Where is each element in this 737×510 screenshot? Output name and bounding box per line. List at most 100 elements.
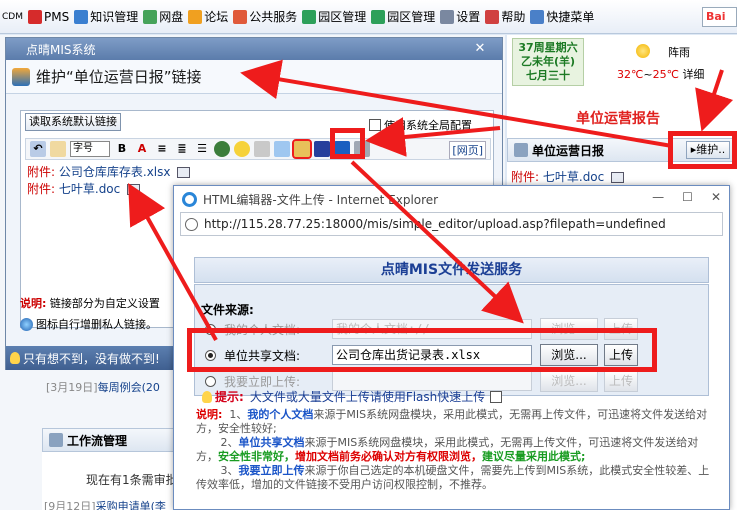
menu-item-label: 快捷菜单 (546, 10, 595, 24)
calendar-lunar-day: 七月三十 (526, 69, 570, 82)
close-icon[interactable]: ✕ (466, 41, 494, 57)
shortcut-menu-icon (530, 9, 545, 24)
netdisk-icon (143, 9, 158, 24)
highlight-upload-tool (330, 128, 365, 159)
forum-icon (188, 9, 203, 24)
temperature: 32℃~25℃ 详细 (617, 68, 705, 81)
menu-item-label: 网盘 (159, 10, 184, 24)
menu-item-label: CDM (2, 11, 23, 22)
menu-item-label: 园区管理 (387, 10, 436, 24)
menu-item[interactable]: 论坛 (188, 8, 228, 25)
minimize-icon[interactable]: — (652, 190, 664, 204)
unordered-list-icon[interactable]: ☰ (194, 141, 210, 157)
top-menu-bar: CDM PMS 知识管理 网盘 论坛 公共服务 园区管理 园区管理 设置 帮助 快捷菜单 (0, 0, 737, 34)
address-text: http://115.28.77.25:18000/mis/simple_edi… (204, 217, 666, 231)
temp-low: 25℃ (652, 68, 679, 81)
book-icon (611, 172, 625, 183)
menu-item[interactable]: 园区管理 (302, 8, 366, 25)
menu-item[interactable]: 设置 (440, 8, 480, 25)
park-manage-icon-2 (371, 9, 386, 24)
menu-item-label: 公共服务 (249, 10, 298, 24)
help-icon (485, 9, 500, 24)
menu-item[interactable]: 快捷菜单 (530, 8, 594, 25)
dialog-title: 点晴MIS系统 (26, 42, 96, 57)
menu-item-label: 知识管理 (90, 10, 139, 24)
ie-icon (182, 191, 197, 207)
undo-icon[interactable]: ↶ (30, 141, 46, 157)
explanation: 说明: 1、我的个人文档来源于MIS系统网盘模块，采用此模式，无需再上传文件，可… (196, 408, 710, 491)
settings-icon (440, 9, 455, 24)
calendar-lunar-year: 乙未年(羊) (520, 55, 576, 68)
dialog-subtitle-bar: 维护“单位运营日报”链接 (6, 60, 502, 94)
menu-item-label: PMS (43, 9, 70, 24)
list-item[interactable]: [9月12日]采购申请单(李 (44, 498, 166, 510)
checkbox[interactable] (369, 119, 381, 131)
menu-item[interactable]: 园区管理 (371, 8, 435, 25)
emoticon-icon[interactable] (234, 141, 250, 157)
flash-upload-checkbox[interactable] (490, 390, 503, 403)
lightbulb-icon (10, 352, 20, 364)
tip: 提示: 大文件或大量文件上传请使用Flash快速上传 (202, 388, 505, 405)
upload-button[interactable]: 上传 (604, 370, 638, 392)
paste-icon[interactable] (50, 141, 66, 157)
calendar-week: 37周星期六 (518, 41, 578, 54)
global-config-checkbox[interactable]: 使用系统全局配置 (369, 117, 472, 133)
tab-web[interactable]: [网页] (449, 141, 486, 159)
browse-button[interactable]: 浏览... (540, 370, 598, 392)
menu-item[interactable]: 网盘 (143, 8, 183, 25)
upload-form: 点晴MIS文件发送服务 文件来源: 我的个人文档: 我的个人文档:// 浏览..… (174, 240, 729, 509)
file-source-label: 文件来源: (201, 303, 254, 317)
close-icon[interactable]: ✕ (711, 190, 721, 204)
menu-item-label: 论坛 (204, 10, 229, 24)
attachment-link[interactable]: 七叶草.doc (543, 170, 604, 184)
read-default-link-button[interactable]: 读取系统默认链接 (25, 113, 121, 131)
editor-toolbar: ↶ 字号 B A ≡ ≣ ☰ [网页] (25, 138, 491, 160)
menu-item[interactable]: CDM (2, 12, 23, 22)
maximize-icon[interactable]: ☐ (682, 190, 693, 204)
park-manage-icon (302, 9, 317, 24)
menu-item-label: 设置 (456, 10, 481, 24)
search-logo[interactable]: Bai (702, 7, 737, 27)
globe-icon (20, 317, 33, 331)
workflow-text[interactable]: 现在有1条需审批 (86, 471, 178, 488)
align-icon[interactable]: ≡ (154, 141, 170, 157)
attachment-link[interactable]: 公司仓库库存表.xlsx (59, 165, 171, 179)
menu-item-label: 园区管理 (318, 10, 367, 24)
maintain-icon (12, 67, 30, 86)
book-icon (177, 167, 191, 178)
menu-item[interactable]: 公共服务 (233, 8, 297, 25)
font-color-icon[interactable]: A (134, 141, 150, 157)
note-2: 图标自行增删私人链接。 (20, 316, 157, 332)
calendar-widget: 37周星期六 乙未年(羊) 七月三十 (512, 38, 584, 86)
attachment-item[interactable]: 附件: 公司仓库库存表.xlsx (27, 163, 191, 180)
link-icon[interactable] (214, 141, 230, 157)
temp-high: 32℃ (617, 68, 644, 81)
workflow-icon (49, 433, 63, 447)
list-item[interactable]: [3月19日]每周例会(20 (46, 379, 160, 395)
media-icon[interactable] (314, 141, 330, 157)
ordered-list-icon[interactable]: ≣ (174, 141, 190, 157)
image-icon[interactable] (274, 141, 290, 157)
edit-icon[interactable] (254, 141, 270, 157)
pms-icon (27, 9, 42, 24)
report-icon (514, 143, 528, 157)
knowledge-icon (74, 9, 89, 24)
menu-item[interactable]: PMS (27, 9, 70, 24)
radio-upload-now[interactable] (205, 375, 216, 387)
panel-title: 单位运营日报 (532, 143, 605, 158)
right-attachment-item[interactable]: 附件: 七叶草.doc (511, 168, 625, 185)
flash-upload-link[interactable]: 大文件或大量文件上传请使用Flash快速上传 (250, 388, 485, 405)
weather-detail-link[interactable]: 详细 (682, 68, 704, 81)
ie-title: HTML编辑器-文件上传 - Internet Explorer (203, 192, 439, 207)
book-icon (127, 184, 141, 195)
font-size-select[interactable]: 字号 (70, 141, 110, 157)
note: 说明: 链接部分为自定义设置 (20, 297, 160, 310)
address-bar[interactable]: http://115.28.77.25:18000/mis/simple_edi… (180, 212, 723, 236)
attachment-item[interactable]: 附件: 七叶草.doc (27, 180, 141, 197)
upload-file-icon[interactable] (292, 139, 312, 159)
attachment-link[interactable]: 七叶草.doc (59, 182, 120, 196)
dialog-titlebar: 点晴MIS系统 ✕ (6, 38, 502, 60)
menu-item[interactable]: 帮助 (485, 8, 525, 25)
bold-icon[interactable]: B (114, 141, 130, 157)
menu-item[interactable]: 知识管理 (74, 8, 138, 25)
